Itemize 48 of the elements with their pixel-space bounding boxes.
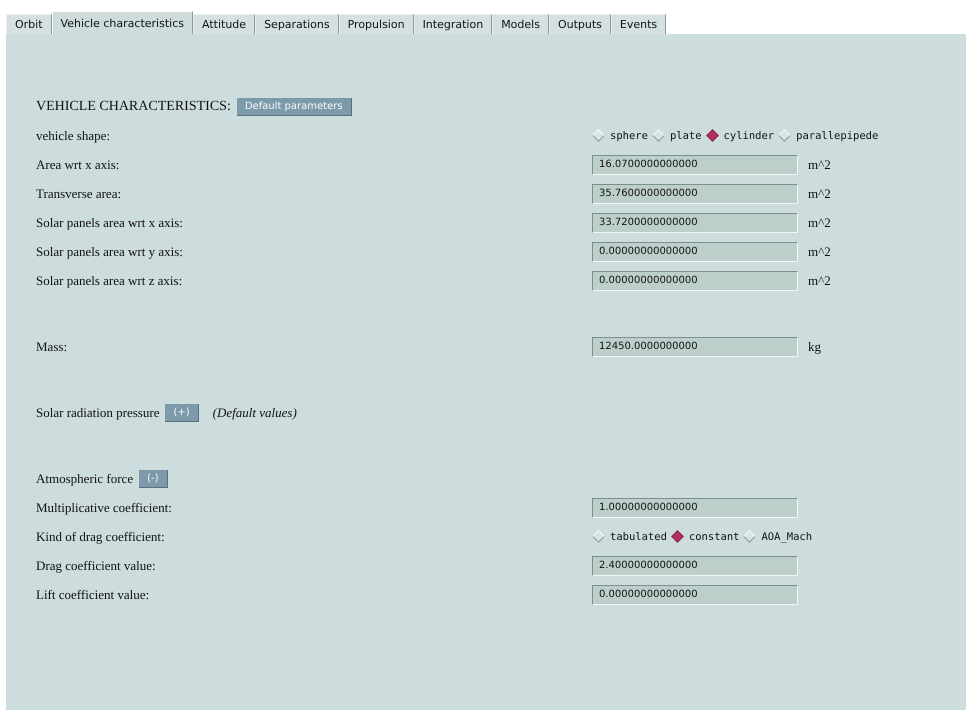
- tab[interactable]: Outputs: [548, 14, 611, 34]
- input-field[interactable]: 35.7600000000000: [592, 184, 798, 204]
- input-field[interactable]: 0.00000000000000: [592, 242, 798, 262]
- tab[interactable]: Propulsion: [338, 14, 414, 34]
- unit-label: m^2: [808, 244, 831, 260]
- tab[interactable]: Separations: [255, 14, 339, 34]
- radio-label: constant: [688, 530, 740, 542]
- field-label: Transverse area:: [36, 186, 122, 202]
- field-label: Solar panels area wrt y axis:: [36, 244, 183, 260]
- field-label: Solar panels area wrt x axis:: [36, 214, 183, 230]
- input-field[interactable]: 2.40000000000000: [592, 556, 798, 576]
- field-label: Atmospheric force: [36, 470, 134, 486]
- unit-label: m^2: [808, 156, 831, 172]
- input-field[interactable]: 0.00000000000000: [592, 270, 798, 290]
- tab[interactable]: Vehicle characteristics: [52, 11, 193, 34]
- radio-label: parallepipede: [796, 130, 878, 142]
- tab[interactable]: Events: [610, 14, 666, 34]
- input-field[interactable]: 12450.0000000000: [592, 336, 798, 356]
- section-heading: VEHICLE CHARACTERISTICS:: [36, 98, 231, 114]
- field-label: Multiplicative coefficient:: [36, 500, 172, 516]
- field-label: Solar radiation pressure: [36, 404, 160, 420]
- field-label: Mass:: [36, 338, 68, 354]
- field-label: Drag coefficient value:: [36, 558, 156, 574]
- tab[interactable]: Integration: [414, 14, 492, 34]
- note-text: (Default values): [212, 404, 297, 420]
- tab[interactable]: Models: [492, 14, 549, 34]
- radio-label: sphere: [610, 130, 648, 142]
- radio-label: tabulated: [610, 530, 667, 542]
- tab[interactable]: Attitude: [193, 14, 256, 34]
- unit-label: m^2: [808, 214, 831, 230]
- input-field[interactable]: 1.00000000000000: [592, 498, 798, 518]
- field-label: Kind of drag coefficient:: [36, 528, 165, 544]
- input-field[interactable]: 33.7200000000000: [592, 212, 798, 232]
- field-label: Solar panels area wrt z axis:: [36, 272, 182, 288]
- radio-button[interactable]: [671, 530, 684, 543]
- field-label: Area wrt x axis:: [36, 156, 120, 172]
- tab[interactable]: Orbit: [6, 14, 52, 34]
- input-field[interactable]: 0.00000000000000: [592, 584, 798, 604]
- radio-label: cylinder: [724, 130, 774, 142]
- radio-button[interactable]: [706, 129, 718, 142]
- unit-label: kg: [808, 338, 821, 354]
- unit-label: m^2: [808, 186, 831, 202]
- radio-label: plate: [670, 130, 702, 142]
- radio-label: AOA_Mach: [761, 530, 812, 542]
- unit-label: m^2: [808, 272, 831, 288]
- input-field[interactable]: 16.0700000000000: [592, 154, 798, 174]
- field-label: Lift coefficient value:: [36, 586, 150, 602]
- field-label: vehicle shape:: [36, 128, 110, 144]
